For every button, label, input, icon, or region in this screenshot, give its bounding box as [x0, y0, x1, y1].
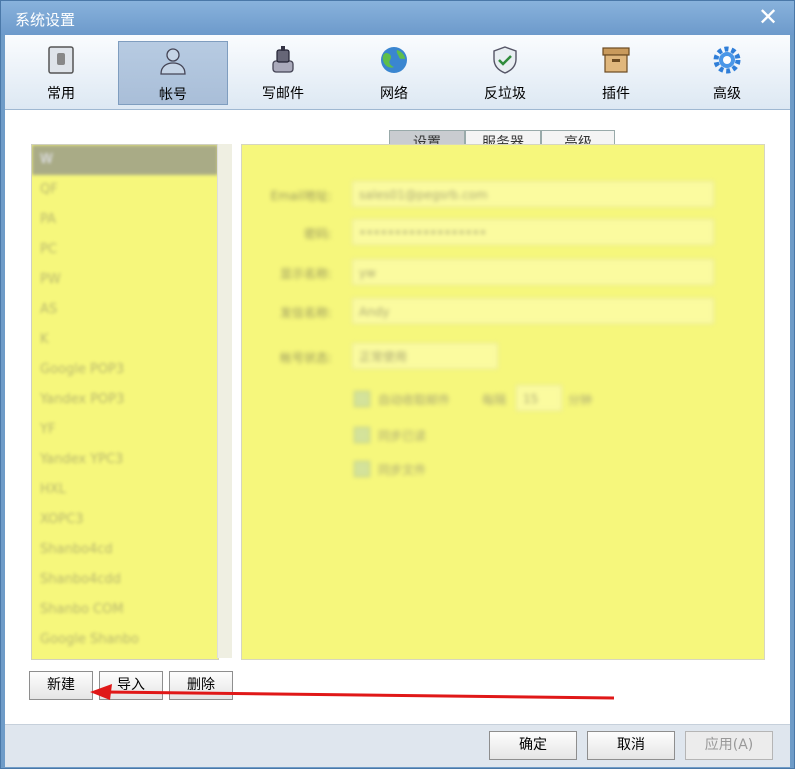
arrow-shaft	[103, 690, 615, 700]
annotation-arrow	[90, 684, 615, 700]
arrow-head	[90, 684, 112, 700]
